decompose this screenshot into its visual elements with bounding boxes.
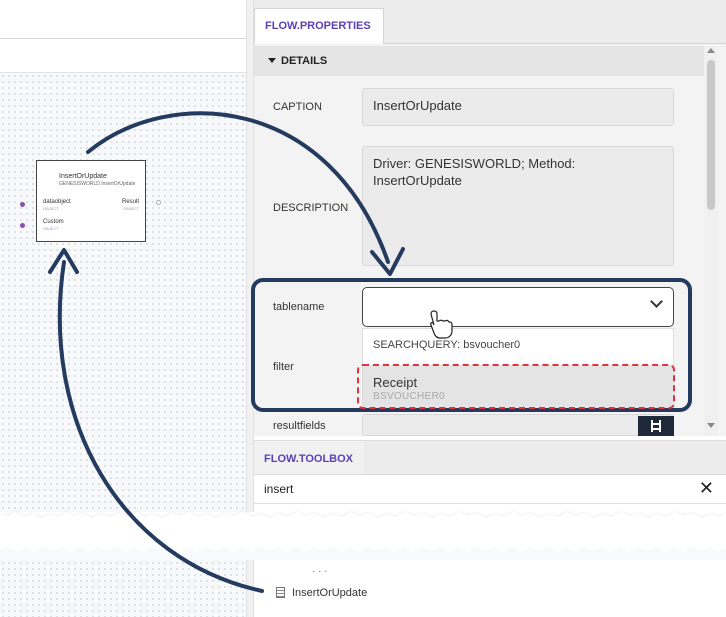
caption-label: CAPTION xyxy=(273,101,322,113)
scroll-thumb[interactable] xyxy=(707,60,715,210)
toolbox-list: · · · InsertOrUpdate xyxy=(254,560,726,617)
details-section-header[interactable]: DETAILS xyxy=(254,46,704,76)
toolbox-item-insertorupdate[interactable]: InsertOrUpdate xyxy=(276,587,367,603)
scroll-up-icon[interactable] xyxy=(707,48,715,53)
node-output-port-result[interactable] xyxy=(156,200,161,205)
resultfields-picker-button[interactable] xyxy=(638,416,674,436)
tab-flow-toolbox[interactable]: FLOW.TOOLBOX xyxy=(254,440,364,474)
toolbox-tabbar xyxy=(364,440,726,474)
canvas-header-divider xyxy=(0,38,246,39)
flow-canvas[interactable] xyxy=(0,72,246,512)
properties-scrollbar[interactable] xyxy=(704,46,718,436)
node-subtitle: GENESISWORLD.InsertOrUpdate xyxy=(59,181,136,187)
table-icon xyxy=(276,587,285,598)
node-output-result-label: Result xyxy=(121,199,139,205)
flow-canvas-lower[interactable] xyxy=(0,560,246,617)
scroll-down-icon[interactable] xyxy=(707,423,715,428)
close-icon[interactable]: ✕ xyxy=(699,478,714,498)
torn-paper-divider xyxy=(0,512,726,560)
node-input-custom-label: Custom xyxy=(43,219,64,225)
node-input-port-custom[interactable] xyxy=(20,223,25,228)
caret-down-icon xyxy=(268,58,276,63)
flow-node-insertorupdate[interactable]: InsertOrUpdate GENESISWORLD.InsertOrUpda… xyxy=(36,160,146,242)
list-icon xyxy=(651,420,661,432)
details-section-label: DETAILS xyxy=(281,55,328,67)
highlight-dashed-frame xyxy=(357,364,675,409)
node-input-dataobject-type: OBJECT xyxy=(43,206,59,211)
node-input-port-dataobject[interactable] xyxy=(20,202,25,207)
panel-splitter-lower xyxy=(246,560,254,617)
panel-splitter[interactable] xyxy=(246,0,254,512)
description-textarea[interactable]: Driver: GENESISWORLD; Method: InsertOrUp… xyxy=(362,146,674,266)
node-output-result-type: OBJECT xyxy=(123,206,139,211)
toolbox-ellipsis: · · · xyxy=(312,566,328,577)
caption-field[interactable]: InsertOrUpdate xyxy=(362,88,674,126)
node-title: InsertOrUpdate xyxy=(59,173,107,180)
node-input-dataobject-label: dataobject xyxy=(43,199,71,205)
description-label: DESCRIPTION xyxy=(273,202,349,214)
properties-tabbar: FLOW.PROPERTIES xyxy=(254,0,726,44)
toolbox-item-label: InsertOrUpdate xyxy=(292,587,368,599)
tab-flow-properties[interactable]: FLOW.PROPERTIES xyxy=(254,8,384,44)
resultfields-label: resultfields xyxy=(273,420,326,432)
node-input-custom-type: OBJECT xyxy=(43,226,59,231)
resultfields-field[interactable] xyxy=(362,414,674,436)
canvas-header xyxy=(0,0,246,72)
